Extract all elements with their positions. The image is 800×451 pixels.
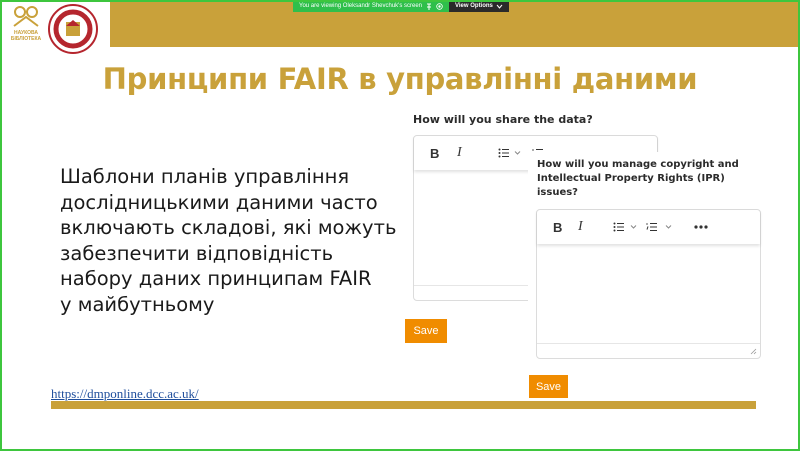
viewing-text: You are viewing Oleksandr Shevchuk's scr… <box>299 3 422 9</box>
copyright-editor[interactable]: B I <box>536 209 761 359</box>
viewing-indicator: You are viewing Oleksandr Shevchuk's scr… <box>293 0 449 12</box>
slide-body-text: Шаблони планів управління дослідницькими… <box>60 164 400 317</box>
bullet-list-icon <box>498 148 521 158</box>
bullet-list-button[interactable] <box>498 136 522 170</box>
library-logo: НАУКОВА БІБЛІОТЕКА <box>6 4 46 62</box>
library-emblem-icon <box>13 6 39 27</box>
bullet-list-icon <box>613 222 637 232</box>
ellipsis-icon <box>694 225 708 229</box>
body-line: у майбутньому <box>60 292 215 316</box>
editor-status-bar <box>537 343 760 358</box>
slide-title: Принципи FAIR в управлінні даними <box>102 62 698 96</box>
more-options-button[interactable] <box>694 210 708 244</box>
view-options-button[interactable]: View Options <box>449 0 509 12</box>
bold-button[interactable]: B <box>553 210 562 244</box>
bold-button[interactable]: B <box>430 136 439 170</box>
body-line: Шаблони планів управління <box>60 165 350 188</box>
body-line: дослідницькими даними часто <box>60 190 378 214</box>
chevron-down-icon <box>496 4 503 9</box>
dmponline-link[interactable]: https://dmponline.dcc.ac.uk/ <box>51 386 199 402</box>
editor-toolbar: B I <box>537 210 760 244</box>
record-icon[interactable] <box>436 2 443 10</box>
italic-button[interactable]: I <box>578 210 583 244</box>
share-data-question: How will you share the data? <box>413 113 593 126</box>
zoom-share-bar: You are viewing Oleksandr Shevchuk's scr… <box>293 0 509 12</box>
library-logo-text-2: БІБЛІОТЕКА <box>10 36 42 42</box>
body-line: набору даних принципам FAIR <box>60 267 372 290</box>
copyright-question: How will you manage copyright and Intell… <box>537 159 739 198</box>
save-button[interactable]: Save <box>529 375 568 398</box>
numbered-list-button[interactable] <box>646 210 674 244</box>
university-seal-icon <box>48 4 98 54</box>
italic-button[interactable]: I <box>457 136 462 170</box>
numbered-list-icon <box>646 223 672 231</box>
body-line: забезпечити відповідність <box>60 241 334 265</box>
pin-icon[interactable] <box>426 3 432 10</box>
body-line: включають складові, які можуть <box>60 216 397 239</box>
slide-footer-bar <box>51 401 756 409</box>
save-button[interactable]: Save <box>405 319 447 343</box>
view-options-label: View Options <box>455 3 493 9</box>
bullet-list-button[interactable] <box>613 210 639 244</box>
resize-handle-icon[interactable] <box>750 348 757 355</box>
